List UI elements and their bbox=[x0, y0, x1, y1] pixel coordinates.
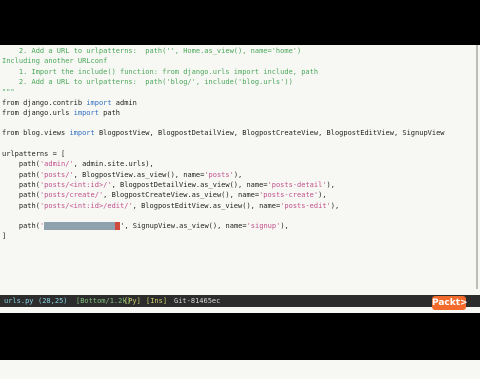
code-token: 'posts' bbox=[204, 170, 234, 179]
code-line: Including another URLconf bbox=[2, 56, 107, 66]
bottom-letterbox bbox=[0, 313, 480, 360]
code-token: 'posts-detail' bbox=[267, 180, 327, 189]
status-scroll-position: [Bottom/1.2k] bbox=[76, 297, 131, 305]
code-token: 'signup' bbox=[246, 222, 281, 231]
status-git-branch: Git-81465ec bbox=[174, 297, 221, 305]
code-token: , BlogpostCreateView.as_view(), name= bbox=[103, 191, 260, 200]
code-token: django.contrib bbox=[23, 98, 87, 107]
code-token: from bbox=[2, 98, 24, 107]
code-token: blog.views bbox=[23, 129, 70, 138]
code-token: 2. Add a URL to urlpatterns: path('blog/… bbox=[2, 77, 293, 86]
code-token: """ bbox=[2, 88, 15, 97]
code-token: from bbox=[2, 129, 24, 138]
status-filetype: [Py] bbox=[124, 297, 141, 305]
code-token: , admin.site.urls), bbox=[73, 160, 154, 169]
code-token: 'posts-edit' bbox=[280, 201, 331, 210]
code-token: admin bbox=[111, 98, 137, 107]
code-token: BlogpostView, BlogpostDetailView, Blogpo… bbox=[94, 129, 445, 138]
code-token: ), bbox=[233, 170, 243, 179]
code-token: django.urls bbox=[23, 108, 74, 117]
code-line: ] bbox=[2, 231, 6, 241]
code-line: urlpatterns = [ bbox=[2, 149, 65, 159]
status-mode: [Ins] bbox=[146, 297, 168, 305]
code-token: path( bbox=[2, 191, 40, 200]
code-token: 'posts/<int:id>/edit/' bbox=[39, 201, 133, 210]
code-line: """ bbox=[2, 87, 15, 97]
code-token: ', SignupView.as_view(), name= bbox=[120, 222, 247, 231]
code-line: path(' ', SignupView.as_view(), name='sig… bbox=[2, 221, 289, 231]
packt-logo: Packt> bbox=[432, 296, 468, 310]
code-token: ), bbox=[326, 180, 335, 189]
code-line: 2. Add a URL to urlpatterns: path('blog/… bbox=[2, 77, 293, 87]
code-token: ), bbox=[318, 191, 327, 200]
code-token: 'posts/<int:id>/' bbox=[39, 180, 112, 189]
code-line: path('posts/create/', BlogpostCreateView… bbox=[2, 190, 327, 200]
code-token: path( bbox=[2, 160, 40, 169]
code-token: ] bbox=[2, 232, 7, 241]
code-line: 1. Import the include() function: from d… bbox=[2, 67, 318, 77]
code-token: import bbox=[86, 98, 112, 107]
code-line: path('posts/', BlogpostView.as_view(), n… bbox=[2, 170, 242, 180]
code-token: from bbox=[2, 108, 24, 117]
code-line: path('admin/', admin.site.urls), bbox=[2, 159, 154, 169]
code-token: path( bbox=[2, 170, 40, 179]
code-line: from blog.views import BlogpostView, Blo… bbox=[2, 128, 445, 138]
code-line: 2. Add a URL to urlpatterns: path('', Ho… bbox=[2, 46, 301, 56]
top-letterbox bbox=[0, 0, 480, 45]
scroll-indicator bbox=[476, 45, 478, 289]
code-editor[interactable]: 2. Add a URL to urlpatterns: path('', Ho… bbox=[0, 45, 480, 289]
code-line: path('posts/<int:id>/', BlogpostDetailVi… bbox=[2, 180, 335, 190]
code-token: 'posts/create/' bbox=[39, 191, 104, 200]
code-token: , BlogpostView.as_view(), name= bbox=[73, 170, 205, 179]
code-token: import bbox=[69, 129, 95, 138]
status-cursor-position: (28,25) bbox=[38, 297, 68, 305]
code-token: path( bbox=[2, 180, 40, 189]
code-line: from django.urls import path bbox=[2, 108, 120, 118]
code-token: ), bbox=[330, 201, 340, 210]
code-token: 'posts-create' bbox=[259, 191, 319, 200]
code-token: , BlogpostDetailView.as_view(), name= bbox=[111, 180, 268, 189]
code-token: 1. Import the include() function: from d… bbox=[2, 67, 319, 76]
code-token: 2. Add a URL to urlpatterns: path('', Ho… bbox=[2, 47, 302, 55]
code-token: path( bbox=[2, 222, 40, 231]
code-token: import bbox=[73, 108, 99, 117]
code-token: 'admin/' bbox=[39, 160, 74, 169]
vim-status-line: urls.py (28,25) [Bottom/1.2k] [Py] [Ins]… bbox=[0, 295, 480, 307]
code-token: path bbox=[98, 108, 121, 117]
code-token: Including another URLconf bbox=[2, 57, 108, 66]
visual-selection bbox=[44, 222, 116, 231]
code-line: from django.contrib import admin bbox=[2, 98, 137, 108]
code-token: path( bbox=[2, 201, 40, 210]
status-filename: urls.py bbox=[4, 297, 34, 305]
code-line: path('posts/<int:id>/edit/', BlogpostEdi… bbox=[2, 201, 339, 211]
code-token: 'posts/' bbox=[39, 170, 74, 179]
code-token: ), bbox=[280, 222, 289, 231]
code-token: , BlogpostEditView.as_view(), name= bbox=[132, 201, 281, 210]
code-token: urlpatterns = [ bbox=[2, 150, 66, 158]
